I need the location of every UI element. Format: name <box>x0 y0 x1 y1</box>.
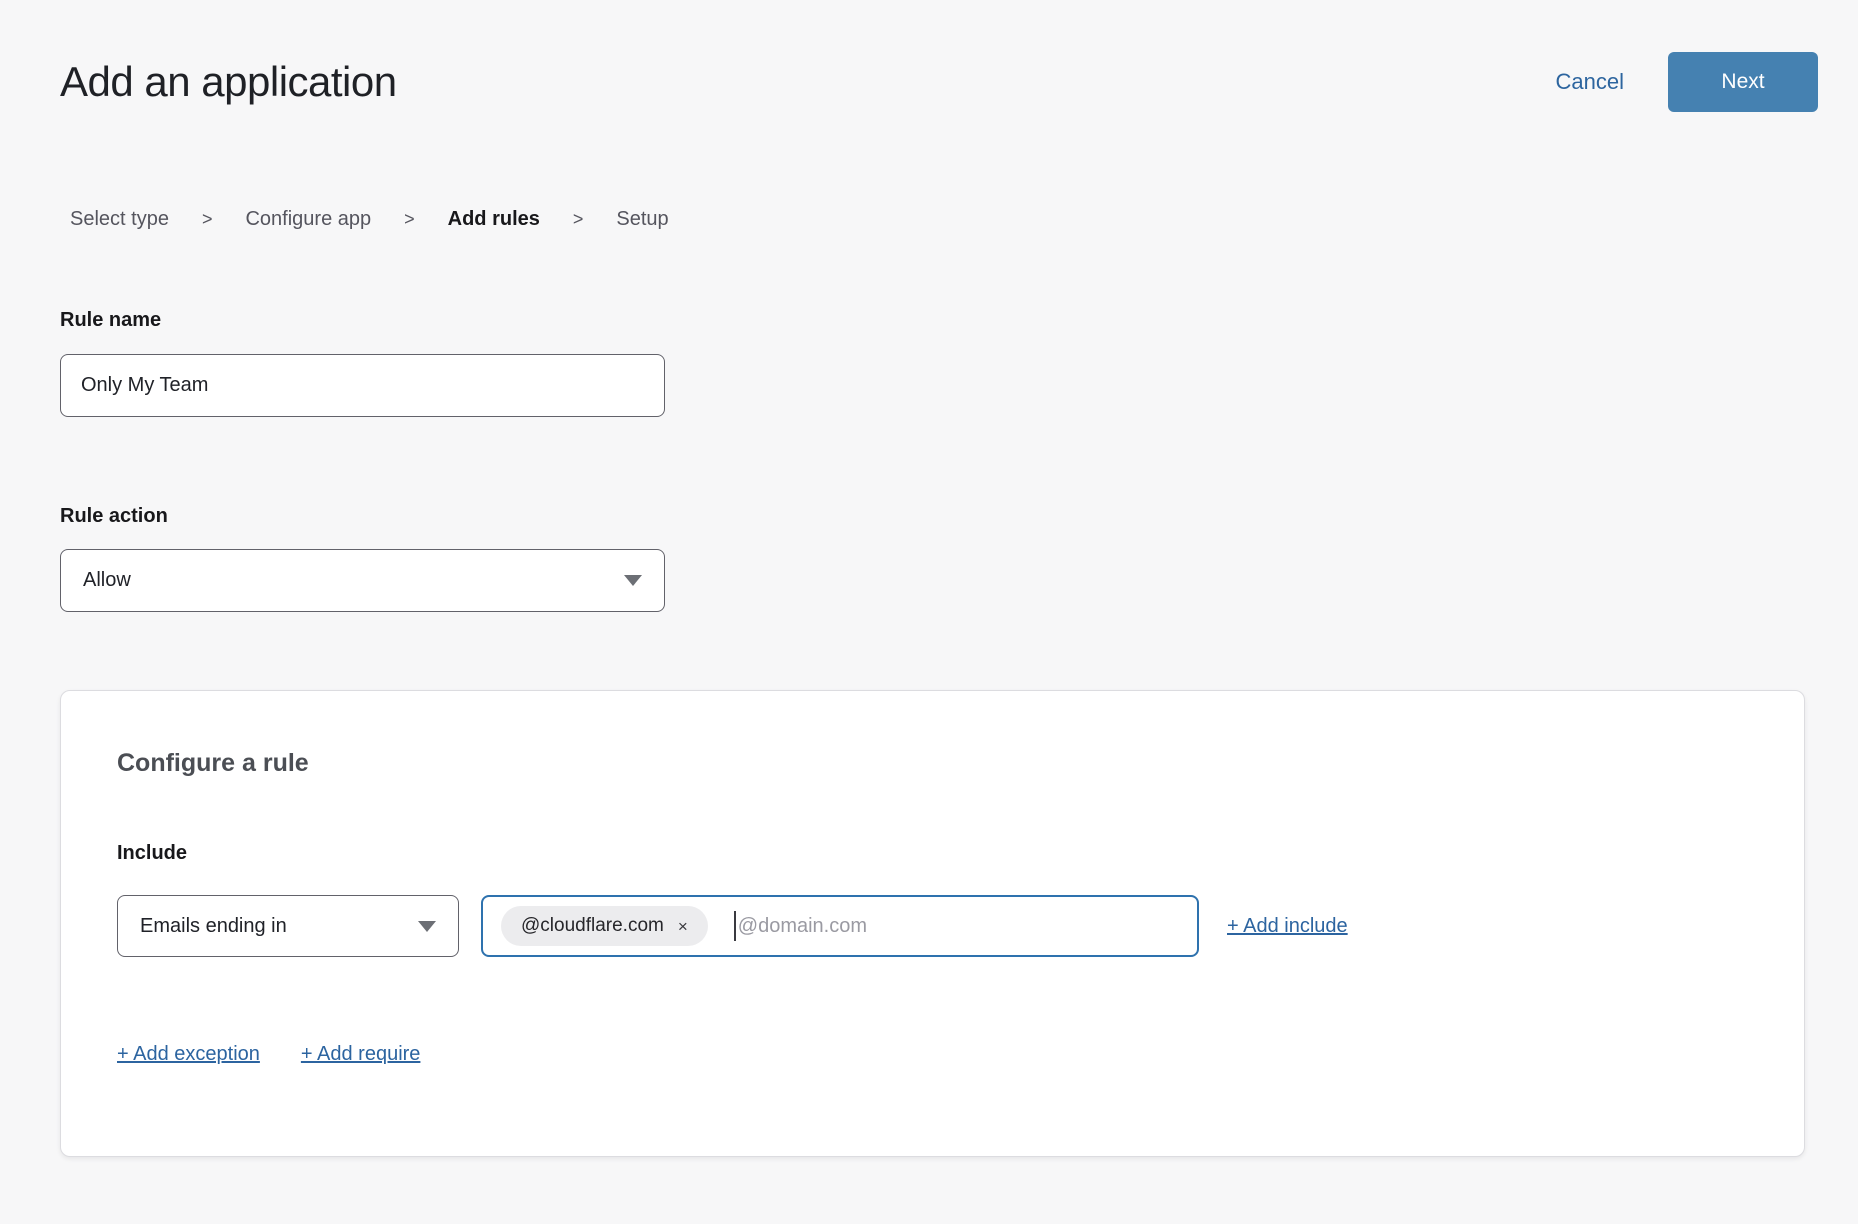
step-setup[interactable]: Setup <box>616 208 668 231</box>
add-include-link[interactable]: + Add include <box>1227 915 1348 938</box>
rule-name-input[interactable] <box>60 354 665 417</box>
add-require-link[interactable]: + Add require <box>301 1043 421 1066</box>
cancel-button[interactable]: Cancel <box>1556 69 1624 95</box>
include-row: Emails ending in @cloudflare.com × @doma… <box>117 895 1804 957</box>
add-exception-link[interactable]: + Add exception <box>117 1043 260 1066</box>
header-actions: Cancel Next <box>1556 52 1818 112</box>
add-application-page: Add an application Cancel Next Select ty… <box>0 0 1858 1224</box>
step-separator-icon: > <box>202 209 213 230</box>
email-tag-label: @cloudflare.com <box>521 915 664 937</box>
rule-action-value: Allow <box>83 569 131 592</box>
step-separator-icon: > <box>404 209 415 230</box>
rule-extra-links: + Add exception + Add require <box>117 1043 1804 1066</box>
rule-action-select[interactable]: Allow <box>60 549 665 612</box>
step-select-type[interactable]: Select type <box>70 208 169 231</box>
step-add-rules[interactable]: Add rules <box>448 208 540 231</box>
card-heading: Configure a rule <box>117 749 1804 778</box>
rule-name-label: Rule name <box>60 309 1858 332</box>
include-selector-value: Emails ending in <box>140 915 287 938</box>
chevron-down-icon <box>624 575 642 586</box>
include-selector-select[interactable]: Emails ending in <box>117 895 459 957</box>
rule-action-label: Rule action <box>60 505 1858 528</box>
rule-name-field: Rule name <box>60 309 1858 417</box>
chevron-down-icon <box>418 921 436 932</box>
wizard-steps: Select type > Configure app > Add rules … <box>70 208 1858 231</box>
step-configure-app[interactable]: Configure app <box>245 208 371 231</box>
text-cursor <box>734 911 736 941</box>
step-separator-icon: > <box>573 209 584 230</box>
remove-tag-icon[interactable]: × <box>678 918 688 935</box>
email-input-placeholder: @domain.com <box>738 915 867 938</box>
email-domains-input[interactable]: @cloudflare.com × @domain.com <box>481 895 1199 957</box>
rule-action-field: Rule action Allow <box>60 505 1858 612</box>
configure-rule-card: Configure a rule Include Emails ending i… <box>60 690 1805 1157</box>
include-label: Include <box>117 842 1804 865</box>
email-tag: @cloudflare.com × <box>501 906 708 946</box>
page-header: Add an application Cancel Next <box>0 0 1858 112</box>
page-title: Add an application <box>60 58 397 106</box>
next-button[interactable]: Next <box>1668 52 1818 112</box>
